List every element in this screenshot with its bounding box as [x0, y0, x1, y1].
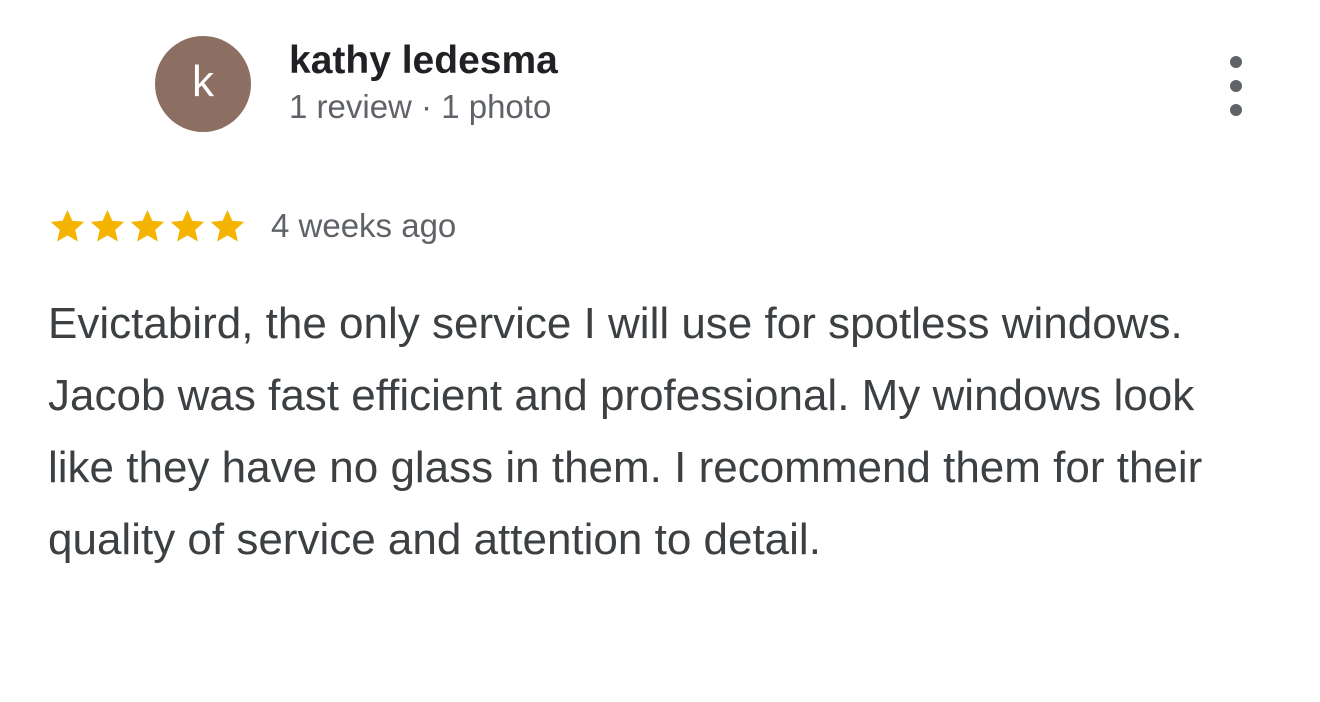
star-icon [128, 207, 167, 245]
more-vert-icon [1230, 56, 1242, 68]
more-options-button[interactable] [1216, 56, 1256, 116]
star-icon [88, 207, 127, 245]
more-vert-icon-dot [1230, 104, 1242, 116]
star-icon [208, 207, 247, 245]
review-card: k kathy ledesma 1 review · 1 photo 4 wee… [0, 0, 1320, 702]
rating-row: 4 weeks ago [48, 203, 456, 249]
star-icon [48, 207, 87, 245]
avatar-initial: k [192, 57, 214, 106]
star-rating [48, 207, 247, 245]
review-text: Evictabird, the only service I will use … [48, 299, 1203, 564]
star-icon [168, 207, 207, 245]
author-name[interactable]: kathy ledesma [289, 39, 558, 83]
more-vert-icon-dot [1230, 80, 1242, 92]
review-date: 4 weeks ago [271, 207, 457, 244]
author-review-count: 1 review · 1 photo [289, 88, 552, 125]
avatar[interactable]: k [155, 36, 251, 132]
